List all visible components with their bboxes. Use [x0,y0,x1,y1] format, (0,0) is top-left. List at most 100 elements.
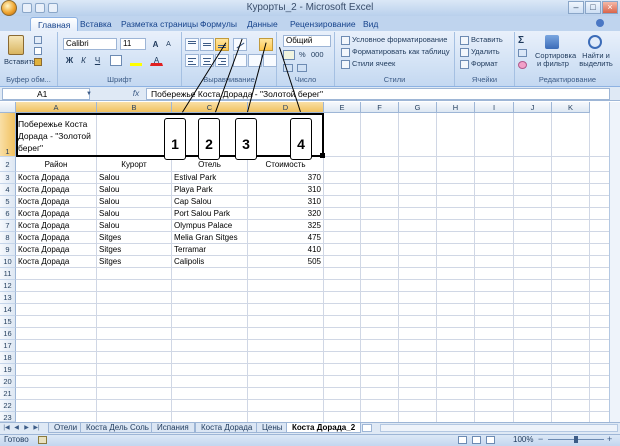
row-header-18[interactable]: 18 [0,352,16,364]
table-cell[interactable]: Estival Park [174,172,245,184]
vertical-scrollbar[interactable] [609,102,620,422]
tab-review[interactable]: Рецензирование [283,17,363,31]
macro-record-icon[interactable] [38,436,47,444]
column-header-i[interactable]: I [475,102,514,113]
table-cell[interactable]: Коста Дорада [18,208,94,220]
tab-insert[interactable]: Вставка [73,17,119,31]
delete-cells-button[interactable]: Удалить [460,47,500,57]
table-cell[interactable]: 325 [250,220,321,232]
align-middle-icon[interactable] [200,38,214,51]
prev-sheet-icon[interactable]: ◀ [12,424,21,432]
table-cell[interactable]: Port Salou Park [174,208,245,220]
table-cell[interactable]: Коста Дорада [18,196,94,208]
row-header-6[interactable]: 6 [0,208,16,220]
grow-font-icon[interactable]: A [149,38,162,50]
table-cell[interactable]: Terramar [174,244,245,256]
table-cell[interactable]: Salou [99,172,169,184]
table-cell[interactable]: 310 [250,196,321,208]
shrink-font-icon[interactable]: A [162,38,175,50]
table-cell[interactable]: Salou [99,220,169,232]
table-cell[interactable]: Cap Salou [174,196,245,208]
horizontal-scrollbar[interactable] [380,424,618,432]
row-header-22[interactable]: 22 [0,400,16,412]
number-format-combo[interactable]: Общий [283,35,331,47]
align-top-icon[interactable] [185,38,199,51]
sheet-tab-spain[interactable]: Испания [151,423,195,433]
table-cell[interactable]: Sitges [99,256,169,268]
minimize-button[interactable]: – [568,1,584,14]
underline-button[interactable]: Ч [91,54,104,66]
column-header-a[interactable]: A [16,102,97,113]
column-header-e[interactable]: E [324,102,361,113]
table-cell[interactable]: Коста Дорада [18,232,94,244]
fill-color-icon[interactable] [130,55,142,66]
table-cell[interactable]: 370 [250,172,321,184]
row-header-13[interactable]: 13 [0,292,16,304]
first-sheet-icon[interactable]: |◀ [2,424,11,432]
table-cell[interactable]: Коста Дорада [18,256,94,268]
zoom-out-icon[interactable]: − [538,434,543,444]
table-cell[interactable]: 320 [250,208,321,220]
merge-center-icon[interactable] [263,54,277,67]
table-cell[interactable]: Коста Дорада [18,184,94,196]
cut-icon[interactable] [34,36,42,44]
row-header-8[interactable]: 8 [0,232,16,244]
table-cell[interactable]: Calipolis [174,256,245,268]
currency-icon[interactable] [283,50,295,60]
zoom-in-icon[interactable]: + [607,434,612,444]
name-box-dropdown-icon[interactable]: ▼ [86,91,92,97]
borders-icon[interactable] [110,55,122,66]
sheet-tab-costa-dorada[interactable]: Коста Дорада [195,423,259,433]
tab-home[interactable]: Главная [30,17,79,31]
table-cell[interactable]: 310 [250,184,321,196]
insert-sheet-icon[interactable] [362,424,372,432]
fill-handle[interactable] [320,153,325,158]
table-cell[interactable]: Salou [99,196,169,208]
sheet-tab-costa-dorada-2[interactable]: Коста Дорада_2 [286,423,362,433]
page-break-view-icon[interactable] [486,436,495,444]
close-button[interactable]: × [602,1,618,14]
conditional-formatting-button[interactable]: Условное форматирование [341,35,447,45]
table-cell[interactable]: Коста Дорада [18,244,94,256]
row-header-16[interactable]: 16 [0,328,16,340]
table-cell[interactable]: Sitges [99,232,169,244]
cell-a1[interactable]: Побережье Коста Дорада - "Золотой берег" [17,114,97,157]
header-cell-a[interactable]: Район [18,157,94,172]
tab-page-layout[interactable]: Разметка страницы [114,17,205,31]
row-header-10[interactable]: 10 [0,256,16,268]
row-header-20[interactable]: 20 [0,376,16,388]
sheet-tab-hotels[interactable]: Отели [48,423,84,433]
font-color-button[interactable]: A [150,54,163,66]
table-cell[interactable]: Salou [99,208,169,220]
cell-styles-button[interactable]: Стили ячеек [341,59,395,69]
column-header-j[interactable]: J [514,102,552,113]
find-select-button[interactable]: Найти и выделить [575,52,617,68]
column-header-d[interactable]: D [248,102,324,113]
table-cell[interactable]: 475 [250,232,321,244]
percent-button[interactable]: % [299,50,306,59]
tab-view[interactable]: Вид [356,17,385,31]
row-header-9[interactable]: 9 [0,244,16,256]
table-cell[interactable]: Salou [99,184,169,196]
decrease-decimal-icon[interactable] [297,64,307,72]
copy-icon[interactable] [34,47,42,55]
sheet-tab-costa-del-sol[interactable]: Коста Дель Соль [80,423,155,433]
row-header-23[interactable]: 23 [0,412,16,422]
tab-formulas[interactable]: Формулы [193,17,244,31]
row-header-14[interactable]: 14 [0,304,16,316]
align-left-icon[interactable] [185,54,199,67]
table-cell[interactable]: Olympus Palace [174,220,245,232]
row-header-1[interactable]: 1 [0,113,16,157]
table-cell[interactable]: Коста Дорада [18,220,94,232]
fill-icon[interactable] [518,49,527,57]
column-header-g[interactable]: G [399,102,437,113]
paste-icon[interactable] [8,35,24,55]
tab-data[interactable]: Данные [240,17,285,31]
format-cells-button[interactable]: Формат [460,59,498,69]
row-header-5[interactable]: 5 [0,196,16,208]
table-cell[interactable]: Melia Gran Sitges [174,232,245,244]
table-cell[interactable]: 505 [250,256,321,268]
insert-cells-button[interactable]: Вставить [460,35,503,45]
page-layout-view-icon[interactable] [472,436,481,444]
sort-filter-button[interactable]: Сортировка и фильтр [535,52,576,68]
